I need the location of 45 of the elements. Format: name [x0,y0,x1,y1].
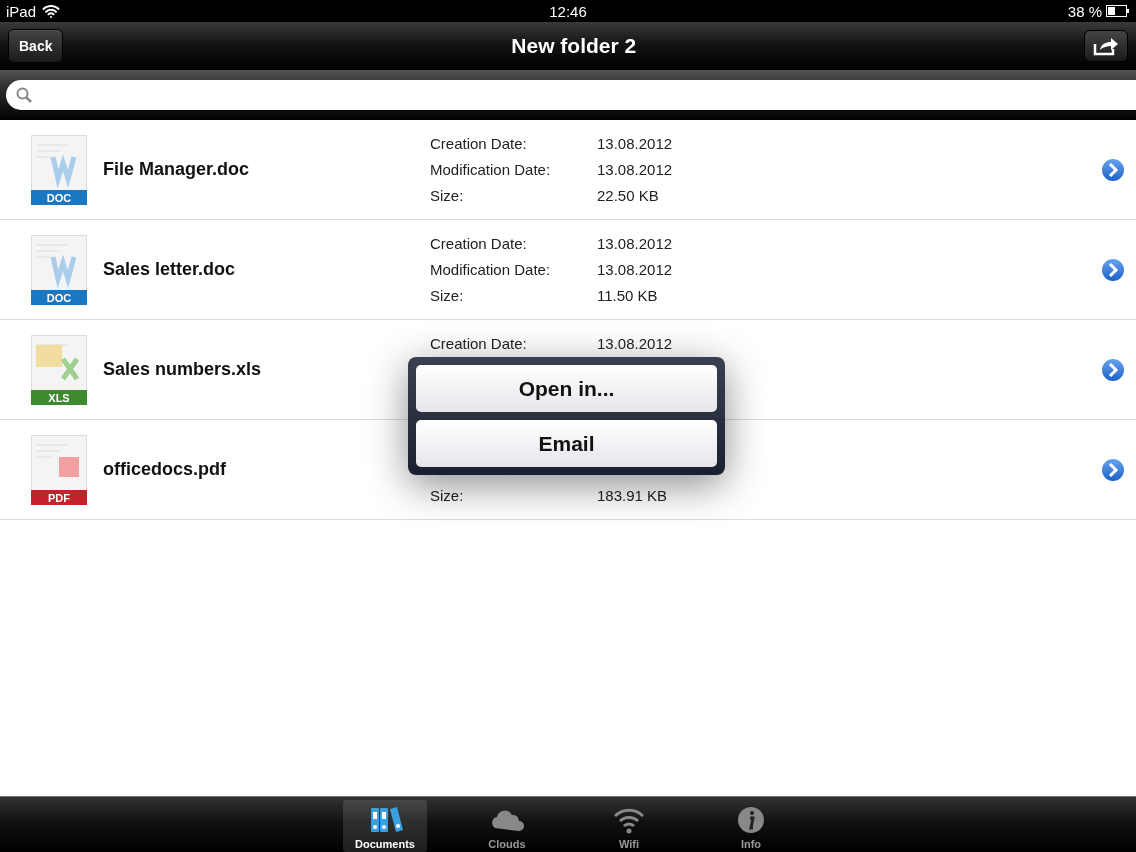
file-icon: XLS [31,334,87,405]
detail-label: Creation Date: [430,235,528,252]
detail-value: 13.08.2012 [597,335,674,352]
clock: 12:46 [548,2,588,20]
detail-value: 13.08.2012 [597,135,674,152]
menu-button[interactable]: Email [416,420,717,467]
detail-value: 183.91 KB [597,487,669,504]
detail-value: 11.50 KB [597,287,659,304]
file-name: Sales numbers.xls [103,359,263,380]
detail-value: 13.08.2012 [597,161,674,178]
file-icon: DOC [31,134,87,205]
detail-label: Creation Date: [430,135,528,152]
disclosure-button[interactable] [1100,156,1126,183]
tab-item[interactable]: Clouds [465,800,549,852]
menu-button[interactable]: Open in... [416,365,717,412]
detail-value: 13.08.2012 [597,261,674,278]
tab-item[interactable]: Info [709,800,793,852]
file-icon: DOC [31,234,87,305]
share-button[interactable] [1084,30,1128,62]
disclosure-button[interactable] [1100,256,1126,283]
tab-item[interactable]: Wifi [587,800,671,852]
file-icon: PDF [31,434,87,505]
search-icon [16,87,32,103]
search-field[interactable] [6,80,1136,110]
share-icon [1093,36,1119,56]
detail-label: Modification Date: [430,161,552,178]
battery-percent: 38 % [1067,2,1102,20]
file-name: Sales letter.doc [103,259,237,280]
file-name: File Manager.doc [103,159,251,180]
detail-label: Size: [430,187,465,204]
tab-item[interactable]: Documents [343,800,427,852]
wifi-icon [42,4,61,18]
disclosure-button[interactable] [1100,456,1126,483]
folder-title: New folder 2 [510,34,638,58]
back-button[interactable]: Back [8,29,64,63]
detail-value: 13.08.2012 [597,235,674,252]
battery-icon [1106,5,1130,17]
detail-label: Creation Date: [430,335,528,352]
device-name: iPad [6,2,37,20]
detail-label: Size: [430,487,465,504]
detail-label: Size: [430,287,465,304]
detail-value: 22.50 KB [597,187,660,204]
detail-label: Modification Date: [430,261,552,278]
file-name: officedocs.pdf [103,459,227,480]
disclosure-button[interactable] [1100,356,1126,383]
